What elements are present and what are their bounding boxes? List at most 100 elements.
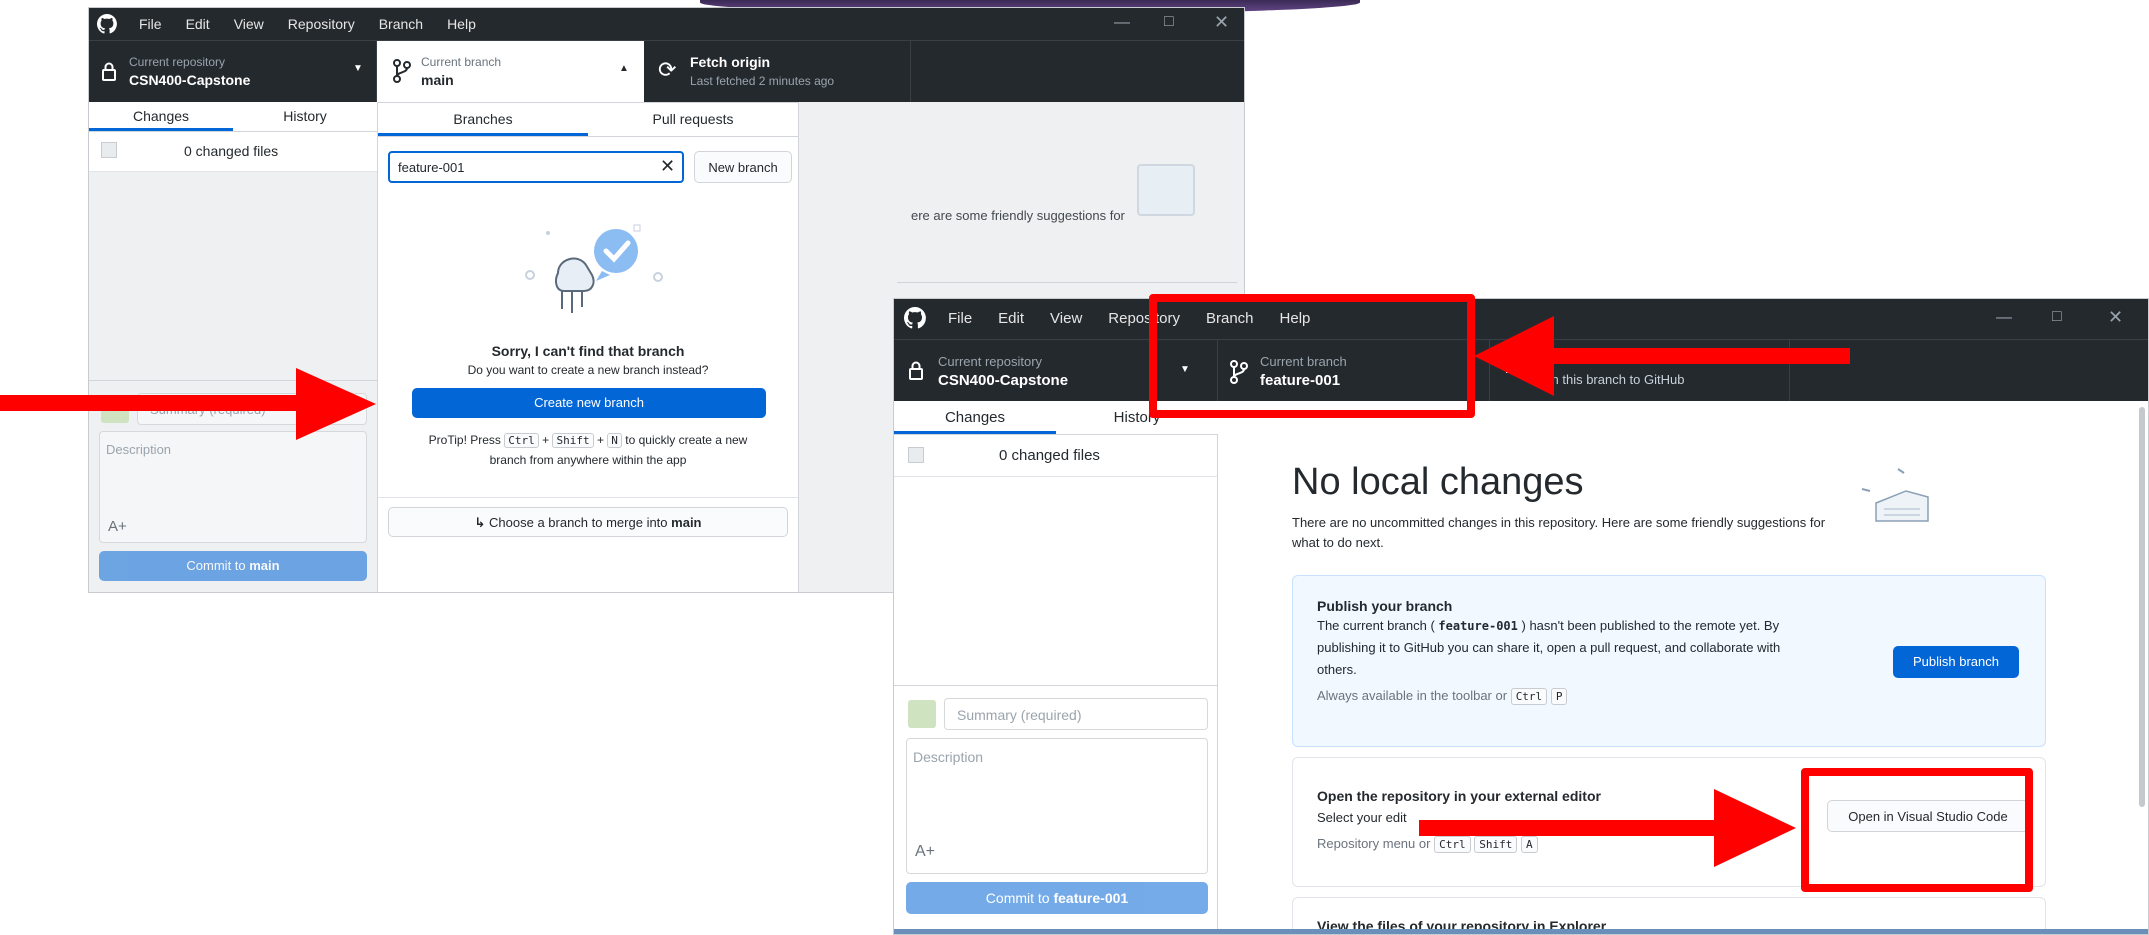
annotation-box-current-branch [1149,294,1475,418]
add-coauthor-icon[interactable]: A+ [915,843,935,861]
publish-text: ) hasn't been published to the remote ye… [1521,618,1780,633]
create-new-branch-button[interactable]: Create new branch [412,388,766,418]
changed-files-header: 0 changed files [894,435,1218,477]
tab-pull-requests[interactable]: Pull requests [588,103,798,136]
description-placeholder: Description [913,749,984,765]
repo-name: CSN400-Capstone [129,72,251,88]
divider [378,497,798,498]
select-all-checkbox[interactable] [101,142,117,158]
bottom-edge [894,929,2148,934]
divider [897,282,1237,283]
maximize-icon[interactable]: □ [1164,13,1174,31]
select-all-checkbox[interactable] [908,447,924,463]
commit-button[interactable]: Commit to main [99,551,367,581]
editor-card-line-1: Select your edit [1317,810,1407,825]
menu-file[interactable]: File [948,310,972,327]
github-logo-icon [904,307,926,329]
kbd-ctrl: Ctrl [1510,688,1548,705]
scrollbar[interactable] [2139,407,2145,807]
description-placeholder: Description [106,442,172,457]
branch-code: feature-001 [1438,619,1518,633]
menu-edit[interactable]: Edit [998,310,1024,327]
close-icon[interactable]: ✕ [2108,307,2123,328]
menu-branch[interactable]: Branch [379,16,423,32]
no-changes-title: No local changes [1292,461,1584,503]
commit-button[interactable]: Commit to feature-001 [906,882,1208,914]
menu-help[interactable]: Help [447,16,476,32]
minimize-icon[interactable]: — [1114,14,1130,32]
toolbar: Current repository CSN400-Capstone ▼ Cur… [89,40,1244,103]
not-found-title: Sorry, I can't find that branch [491,343,685,359]
annotation-arrowhead-right-icon [296,368,376,440]
kbd-shift: Shift [1474,836,1518,853]
summary-input[interactable]: Summary (required) [944,698,1208,730]
annotation-arrow-shaft [0,395,300,411]
commit-prefix: Commit to [985,890,1054,906]
publish-toolbar-text: blish this branch to GitHub [1532,372,1685,387]
avatar [908,700,936,728]
menu-view[interactable]: View [1050,310,1082,327]
tab-branches[interactable]: Branches [378,103,588,136]
clear-icon[interactable]: ✕ [660,156,675,177]
title-bar: File Edit View Repository Branch Help — … [89,8,1244,40]
kbd-shift: Shift [552,433,594,448]
tab-history[interactable]: History [233,102,377,131]
kbd-a: A [1520,836,1538,853]
chevron-up-icon: ▲ [619,63,629,74]
protip-text: ProTip! Press [428,433,501,447]
menu-repository[interactable]: Repository [288,16,355,32]
tab-changes[interactable]: Changes [894,401,1056,434]
description-input[interactable]: Description A+ [99,431,367,543]
annotation-arrowhead-right-icon [1714,789,1796,867]
not-found-subtitle: Do you want to create a new branch inste… [467,363,709,377]
menu-view[interactable]: View [234,16,264,32]
not-found-illustration-icon [525,224,663,313]
publish-text: The current branch ( [1317,618,1435,633]
branch-filter-input[interactable]: feature-001 ✕ [388,151,684,183]
illustration-icon [1861,468,1929,522]
new-branch-button[interactable]: New branch [694,151,792,183]
branch-filter-value: feature-001 [398,160,465,175]
commit-prefix: Commit to [186,558,250,573]
hint-text: Always available in the toolbar or [1317,688,1508,703]
changes-history-tabs: Changes History [89,102,377,132]
kbd-plus: + [596,433,604,447]
github-logo-icon [97,14,117,34]
no-changes-subtitle-2: what to do next. [1292,535,1384,550]
kbd-ctrl: Ctrl [504,433,539,448]
description-input[interactable]: Description A+ [906,738,1208,874]
repo-name: CSN400-Capstone [938,372,1069,389]
no-changes-subtitle: There are no uncommitted changes in this… [1292,515,1826,530]
tab-changes[interactable]: Changes [89,102,233,131]
fetch-title: Fetch origin [690,54,771,70]
add-coauthor-icon[interactable]: A+ [108,518,127,535]
publish-card-line-3: others. [1317,662,1357,677]
current-branch-button[interactable]: Current branch main ▲ [377,41,644,103]
menu-edit[interactable]: Edit [186,16,210,32]
close-icon[interactable]: ✕ [1214,12,1229,33]
menu-file[interactable]: File [139,16,162,32]
kbd-n: N [607,433,622,448]
publish-card-hint: Always available in the toolbar or Ctrl … [1317,688,1568,705]
merge-branch: main [671,515,702,530]
protip-line-2: branch from anywhere within the app [489,453,687,467]
dropdown-tabs: Branches Pull requests [378,103,798,137]
merge-branch-button[interactable]: ↳ Choose a branch to merge into main [388,507,788,537]
current-repository-button[interactable]: Current repository CSN400-Capstone ▼ [89,41,377,102]
commit-area: Summary (required) Description A+ Commit… [894,685,1218,934]
kbd-plus: + [542,433,550,447]
file-list-empty [894,477,1218,685]
maximize-icon[interactable]: □ [2052,308,2062,326]
publish-card-line-1: The current branch ( feature-001 ) hasn'… [1317,618,1779,633]
minimize-icon[interactable]: — [1996,309,2012,327]
changed-files-header: 0 changed files [89,132,377,172]
fetch-origin-button[interactable]: ⟳ Fetch origin Last fetched 2 minutes ag… [644,41,911,102]
publish-branch-button[interactable]: Publish branch [1893,646,2019,678]
illustration-icon [1137,164,1195,216]
menu-bar: File Edit View Repository Branch Help [139,16,476,32]
annotation-arrow-shaft [1550,348,1850,364]
protip-text: to quickly create a new [625,433,748,447]
chevron-down-icon: ▼ [353,63,363,74]
branch-name: main [421,72,454,88]
annotation-arrowhead-left-icon [1474,316,1554,396]
